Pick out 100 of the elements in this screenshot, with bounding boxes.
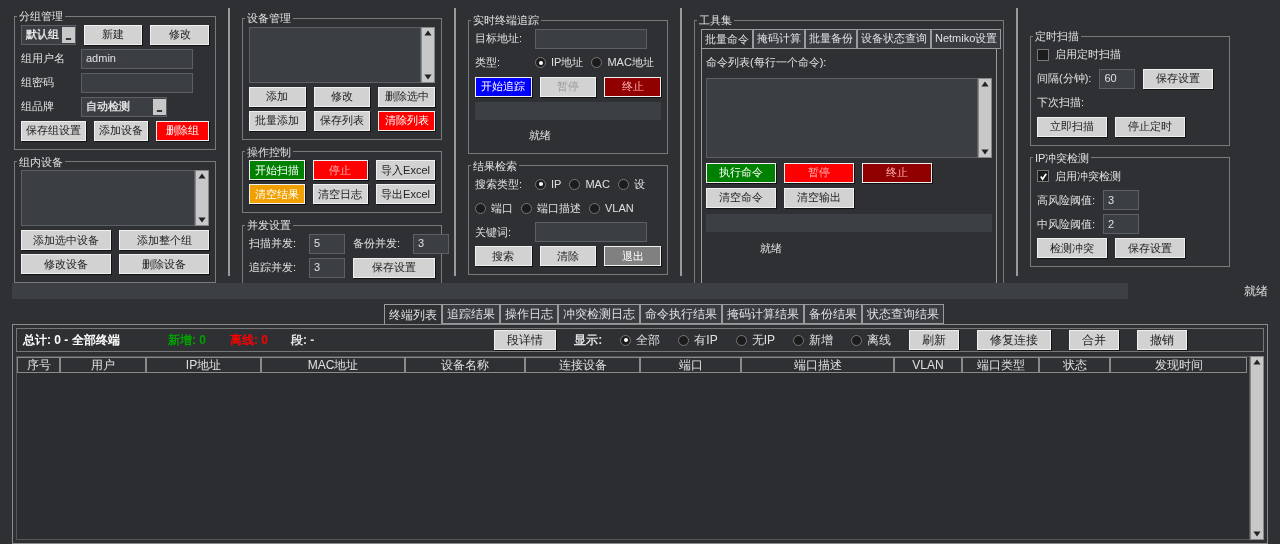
column-header[interactable]: 用户 [60, 357, 146, 373]
button[interactable]: 导入Excel [376, 160, 435, 180]
button[interactable]: 修复连接 [977, 330, 1051, 350]
button[interactable]: 清除列表 [378, 110, 435, 131]
radio-option[interactable]: MAC [569, 175, 610, 193]
radio-option[interactable]: 端口描述 [521, 199, 581, 217]
column-header[interactable]: MAC地址 [261, 357, 405, 373]
button[interactable]: 合并 [1069, 330, 1119, 350]
tab[interactable]: 追踪结果 [442, 304, 500, 324]
dropdown[interactable]: 默认组 [21, 24, 76, 45]
scrollbar[interactable] [1250, 356, 1264, 540]
button[interactable]: 修改 [313, 86, 371, 107]
column-header[interactable]: VLAN [894, 357, 962, 373]
button[interactable]: 立即扫描 [1037, 116, 1107, 137]
button[interactable]: 撤销 [1137, 330, 1187, 350]
text-field[interactable]: 3 [1103, 190, 1140, 210]
caret-icon [64, 36, 72, 41]
text-field[interactable]: 60 [1099, 68, 1136, 89]
column-header[interactable]: 连接设备 [525, 357, 640, 373]
button[interactable]: 开始扫描 [249, 160, 305, 180]
button[interactable]: 清空日志 [312, 184, 369, 204]
button[interactable]: 保存设置 [1143, 68, 1214, 89]
tab[interactable]: 操作日志 [500, 304, 558, 324]
tab[interactable]: 批量备份 [805, 28, 857, 49]
text-field[interactable] [81, 72, 193, 93]
tab[interactable]: 掩码计算结果 [722, 304, 804, 324]
button[interactable]: 清空输出 [784, 187, 854, 208]
column-header[interactable]: 发现时间 [1110, 357, 1247, 373]
button[interactable]: 添加设备 [94, 120, 148, 141]
button[interactable]: 修改 [150, 24, 209, 45]
text-field[interactable]: admin [81, 48, 193, 69]
radio-option[interactable]: MAC地址 [591, 54, 654, 71]
button[interactable]: 保存设置 [1115, 238, 1185, 258]
column-header[interactable]: 设备名称 [405, 357, 525, 373]
scrollbar[interactable] [421, 26, 435, 83]
tab[interactable]: 备份结果 [804, 304, 862, 324]
text-field[interactable]: 3 [309, 257, 345, 278]
button[interactable]: 新建 [83, 24, 143, 45]
button[interactable]: 删除设备 [119, 254, 209, 274]
column-header[interactable]: 端口 [640, 357, 741, 373]
tab[interactable]: 批量命令 [701, 28, 753, 49]
field-label: 中风险阈值: [1037, 216, 1096, 232]
button[interactable]: 清除 [539, 246, 597, 266]
column-header[interactable]: IP地址 [146, 357, 261, 373]
radio-option[interactable]: IP [535, 175, 562, 193]
radio-option[interactable]: 设 [617, 175, 645, 193]
text-field[interactable]: 5 [309, 233, 345, 254]
button[interactable]: 清空命令 [706, 187, 776, 208]
button[interactable]: 检测冲突 [1037, 238, 1107, 258]
button[interactable]: 批量添加 [249, 110, 306, 131]
button[interactable]: 导出Excel [376, 184, 435, 204]
text-field[interactable] [535, 222, 647, 242]
button[interactable]: 删除组 [156, 120, 209, 141]
tab[interactable]: 设备状态查询 [857, 28, 931, 49]
down-arrow-icon [196, 215, 208, 225]
radio-option[interactable]: IP地址 [535, 54, 584, 71]
text-field[interactable]: 2 [1103, 214, 1140, 234]
scrollbar[interactable] [978, 77, 992, 158]
radio-circle[interactable] [535, 57, 546, 68]
tab[interactable]: 状态查询结果 [862, 304, 944, 324]
button[interactable]: 修改设备 [21, 254, 111, 274]
column-header[interactable]: 端口类型 [962, 357, 1039, 373]
checkbox-option[interactable]: 启用冲突检测 [1037, 167, 1121, 185]
button[interactable]: 开始追踪 [475, 76, 532, 97]
button[interactable]: 保存设置 [353, 257, 435, 278]
text-field[interactable] [535, 28, 647, 49]
radio-option[interactable]: 端口 [475, 199, 513, 217]
button[interactable]: 删除选中 [378, 86, 435, 107]
button[interactable]: 添加整个组 [119, 230, 209, 250]
column-header[interactable]: 序号 [17, 357, 60, 373]
checkbox[interactable] [1037, 48, 1049, 61]
tab[interactable]: 终端列表 [384, 304, 442, 324]
text-field[interactable]: 3 [413, 233, 449, 254]
tab[interactable]: 掩码计算 [753, 28, 805, 49]
radio-option[interactable]: 新增 [793, 331, 833, 349]
button[interactable]: 执行命令 [706, 162, 776, 183]
group-title: 工具集 [698, 13, 733, 28]
checkbox[interactable] [1037, 170, 1049, 182]
radio-option[interactable]: VLAN [589, 199, 634, 217]
dropdown[interactable]: 自动检测 [81, 96, 167, 117]
button[interactable]: 停止定时 [1115, 116, 1185, 137]
column-header[interactable]: 状态 [1039, 357, 1110, 373]
radio-option[interactable]: 无IP [735, 331, 775, 349]
button[interactable]: 搜索 [475, 246, 532, 266]
column-header[interactable]: 端口描述 [741, 357, 894, 373]
button[interactable]: 段详情 [494, 330, 557, 350]
radio-option[interactable]: 离线 [851, 331, 891, 349]
checkbox-option[interactable]: 启用定时扫描 [1037, 46, 1121, 63]
tab[interactable]: 冲突检测日志 [558, 304, 640, 324]
tab[interactable]: Netmiko设置 [931, 28, 1002, 49]
scrollbar[interactable] [195, 170, 209, 226]
button[interactable]: 刷新 [909, 330, 959, 350]
button[interactable]: 添加 [249, 86, 306, 107]
radio-option[interactable]: 有IP [678, 331, 718, 349]
button[interactable]: 保存组设置 [21, 120, 86, 141]
radio-option[interactable]: 全部 [620, 331, 661, 349]
button[interactable]: 添加选中设备 [21, 230, 111, 250]
button[interactable]: 退出 [604, 246, 661, 266]
tab[interactable]: 命令执行结果 [640, 304, 722, 324]
button[interactable]: 保存列表 [313, 110, 371, 131]
